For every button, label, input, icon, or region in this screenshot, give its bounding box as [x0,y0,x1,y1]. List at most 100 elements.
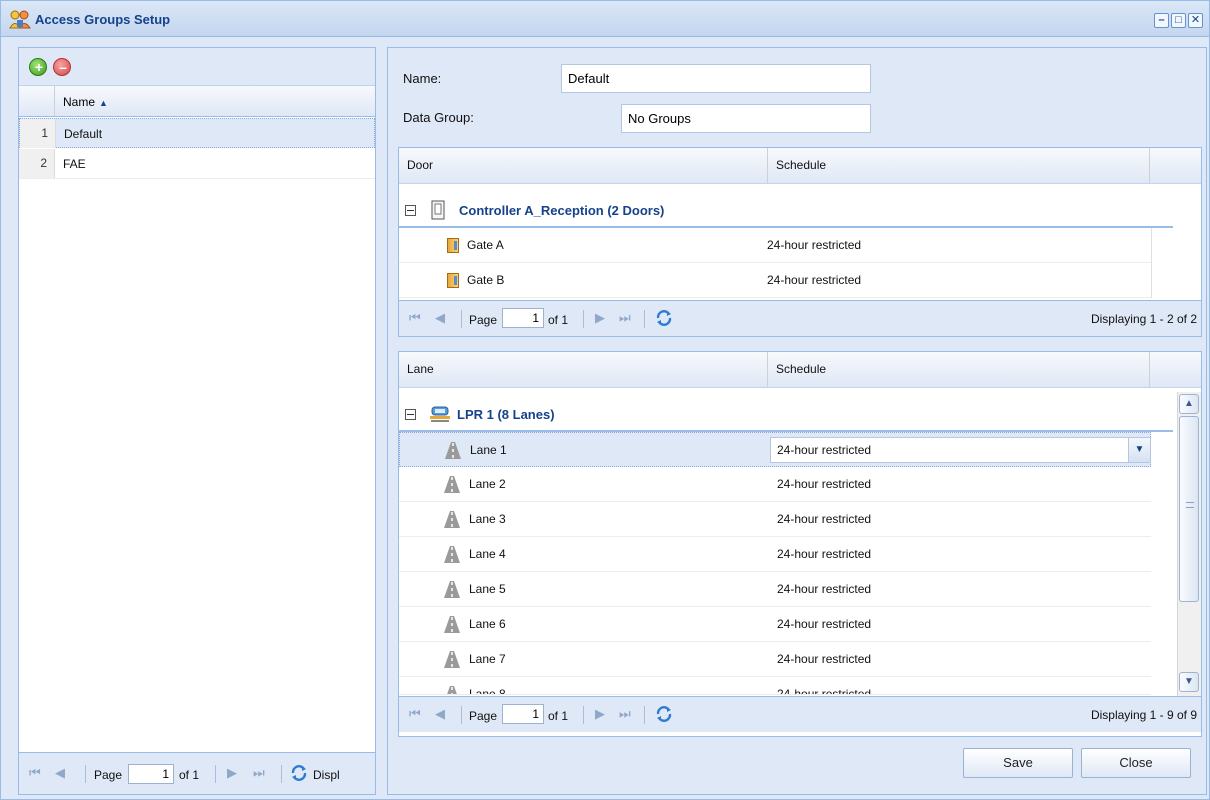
door-group-row[interactable]: Controller A_Reception (2 Doors) [399,194,1173,228]
lane-icon [444,616,460,633]
lane-schedule: 24-hour restricted [777,512,872,526]
table-row[interactable]: Lane 7 24-hour restricted [399,642,1151,677]
groups-list-panel: + – Name▲ 1 Default 2 FAE ⏮ ◀ Page of 1 … [18,47,376,795]
lane-icon [447,686,457,694]
display-info: Displ [313,768,340,782]
lane-grid-scrollbar[interactable]: ▲ ▼ [1177,392,1201,696]
plus-icon: + [34,59,44,75]
minus-icon: – [59,59,67,75]
refresh-icon[interactable] [654,308,674,328]
last-page-icon[interactable]: ⏭ [619,706,631,722]
close-button[interactable]: Close [1081,748,1191,778]
table-row[interactable]: Gate B 24-hour restricted [399,263,1151,298]
schedule-select-value: 24-hour restricted [777,443,872,457]
sort-ascending-icon: ▲ [99,98,108,108]
page-label: Page [469,313,498,327]
minimize-icon: – [1158,14,1165,26]
collapse-group-icon[interactable] [405,205,416,216]
window-title: Access Groups Setup [35,12,171,27]
next-page-icon[interactable]: ▶ [595,310,605,326]
title-bar[interactable]: Access Groups Setup – □ ✕ [1,1,1209,37]
lane-name: Lane 2 [469,477,506,491]
remove-group-button[interactable]: – [53,58,71,76]
close-window-button[interactable]: ✕ [1188,13,1203,28]
door-grid: Door Schedule Controller A_Reception (2 … [398,147,1202,337]
door-column-header[interactable]: Door [399,148,768,183]
data-group-field[interactable] [621,104,871,133]
grip-icon [1186,502,1194,508]
lane-name: Lane 4 [469,547,506,561]
last-page-icon[interactable]: ⏭ [253,765,265,781]
table-row[interactable]: Lane 4 24-hour restricted [399,537,1151,572]
scroll-up-icon[interactable]: ▲ [1179,394,1199,414]
display-info: Displaying 1 - 2 of 2 [1090,312,1197,326]
prev-page-icon[interactable]: ◀ [435,706,445,722]
collapse-glyph [407,210,414,211]
lane-name: Lane 8 [469,687,506,695]
list-item[interactable]: 1 Default [19,118,375,148]
refresh-icon[interactable] [289,763,309,783]
schedule-column-header[interactable]: Schedule [768,148,1150,183]
maximize-button[interactable]: □ [1171,13,1186,28]
add-group-button[interactable]: + [29,58,47,76]
table-row[interactable]: Lane 5 24-hour restricted [399,572,1151,607]
lane-name: Lane 7 [469,652,506,666]
collapse-group-icon[interactable] [405,409,416,420]
door-icon [447,238,459,253]
prev-page-icon[interactable]: ◀ [435,310,445,326]
schedule-column-header[interactable]: Schedule [768,352,1150,387]
next-page-icon[interactable]: ▶ [595,706,605,722]
list-item[interactable]: 2 FAE [19,149,375,179]
lane-column-header[interactable]: Lane [399,352,768,387]
next-page-icon[interactable]: ▶ [227,765,237,781]
first-page-icon[interactable]: ⏮ [409,706,421,722]
door-schedule: 24-hour restricted [767,273,862,287]
lane-icon [444,651,460,668]
lane-paging-toolbar: ⏮ ◀ Page of 1 ▶ ⏭ Displaying 1 - 9 of 9 [399,696,1201,732]
page-count-label: of 1 [548,709,569,723]
first-page-icon[interactable]: ⏮ [29,765,41,781]
chevron-down-icon[interactable]: ▼ [1128,438,1150,462]
groups-toolbar: + – [19,48,375,86]
table-row[interactable]: Lane 6 24-hour restricted [399,607,1151,642]
access-groups-window: Access Groups Setup – □ ✕ + – Name ▲ 1 De… [0,0,1210,800]
minimize-button[interactable]: – [1154,13,1169,28]
separator [215,765,216,783]
page-number-input[interactable] [502,308,544,328]
table-row[interactable]: Lane 1 24-hour restricted ▼ [399,432,1151,467]
lane-group-row[interactable]: LPR 1 (8 Lanes) [399,398,1173,432]
page-number-input[interactable] [502,704,544,724]
schedule-select[interactable]: 24-hour restricted ▼ [770,437,1151,463]
group-name: Default [64,127,103,141]
prev-page-icon[interactable]: ◀ [55,765,65,781]
separator [85,765,86,783]
lane-group-title: LPR 1 (8 Lanes) [457,407,555,422]
separator [644,706,645,724]
first-page-icon[interactable]: ⏮ [409,310,421,326]
door-grid-header: Door Schedule [399,148,1201,184]
table-row[interactable]: Gate A 24-hour restricted [399,228,1151,263]
groups-grid-header: Name ▲ [19,86,375,117]
row-number: 1 [20,119,56,148]
door-name: Gate A [467,238,504,252]
controller-icon [431,200,445,220]
maximize-icon: □ [1175,14,1182,26]
last-page-icon[interactable]: ⏭ [619,310,631,326]
lane-icon [444,546,460,563]
save-button[interactable]: Save [963,748,1073,778]
scroll-down-icon[interactable]: ▼ [1179,672,1199,692]
page-number-input[interactable] [128,764,174,784]
table-row[interactable]: Lane 3 24-hour restricted [399,502,1151,537]
name-field[interactable] [561,64,871,93]
groups-paging-toolbar: ⏮ ◀ Page of 1 ▶ ⏭ Displ [19,752,375,794]
row-number-header [19,86,55,116]
table-row[interactable]: Lane 2 24-hour restricted [399,467,1151,502]
scrollbar-thumb[interactable] [1179,416,1199,602]
table-row[interactable]: Lane 8 24-hour restricted [399,677,1151,695]
display-info: Displaying 1 - 9 of 9 [1090,708,1197,722]
column-divider [1151,228,1152,298]
refresh-icon[interactable] [654,704,674,724]
name-column-header[interactable]: Name ▲ [63,95,108,109]
close-icon: ✕ [1190,14,1201,26]
name-column-label: Name [63,95,96,109]
